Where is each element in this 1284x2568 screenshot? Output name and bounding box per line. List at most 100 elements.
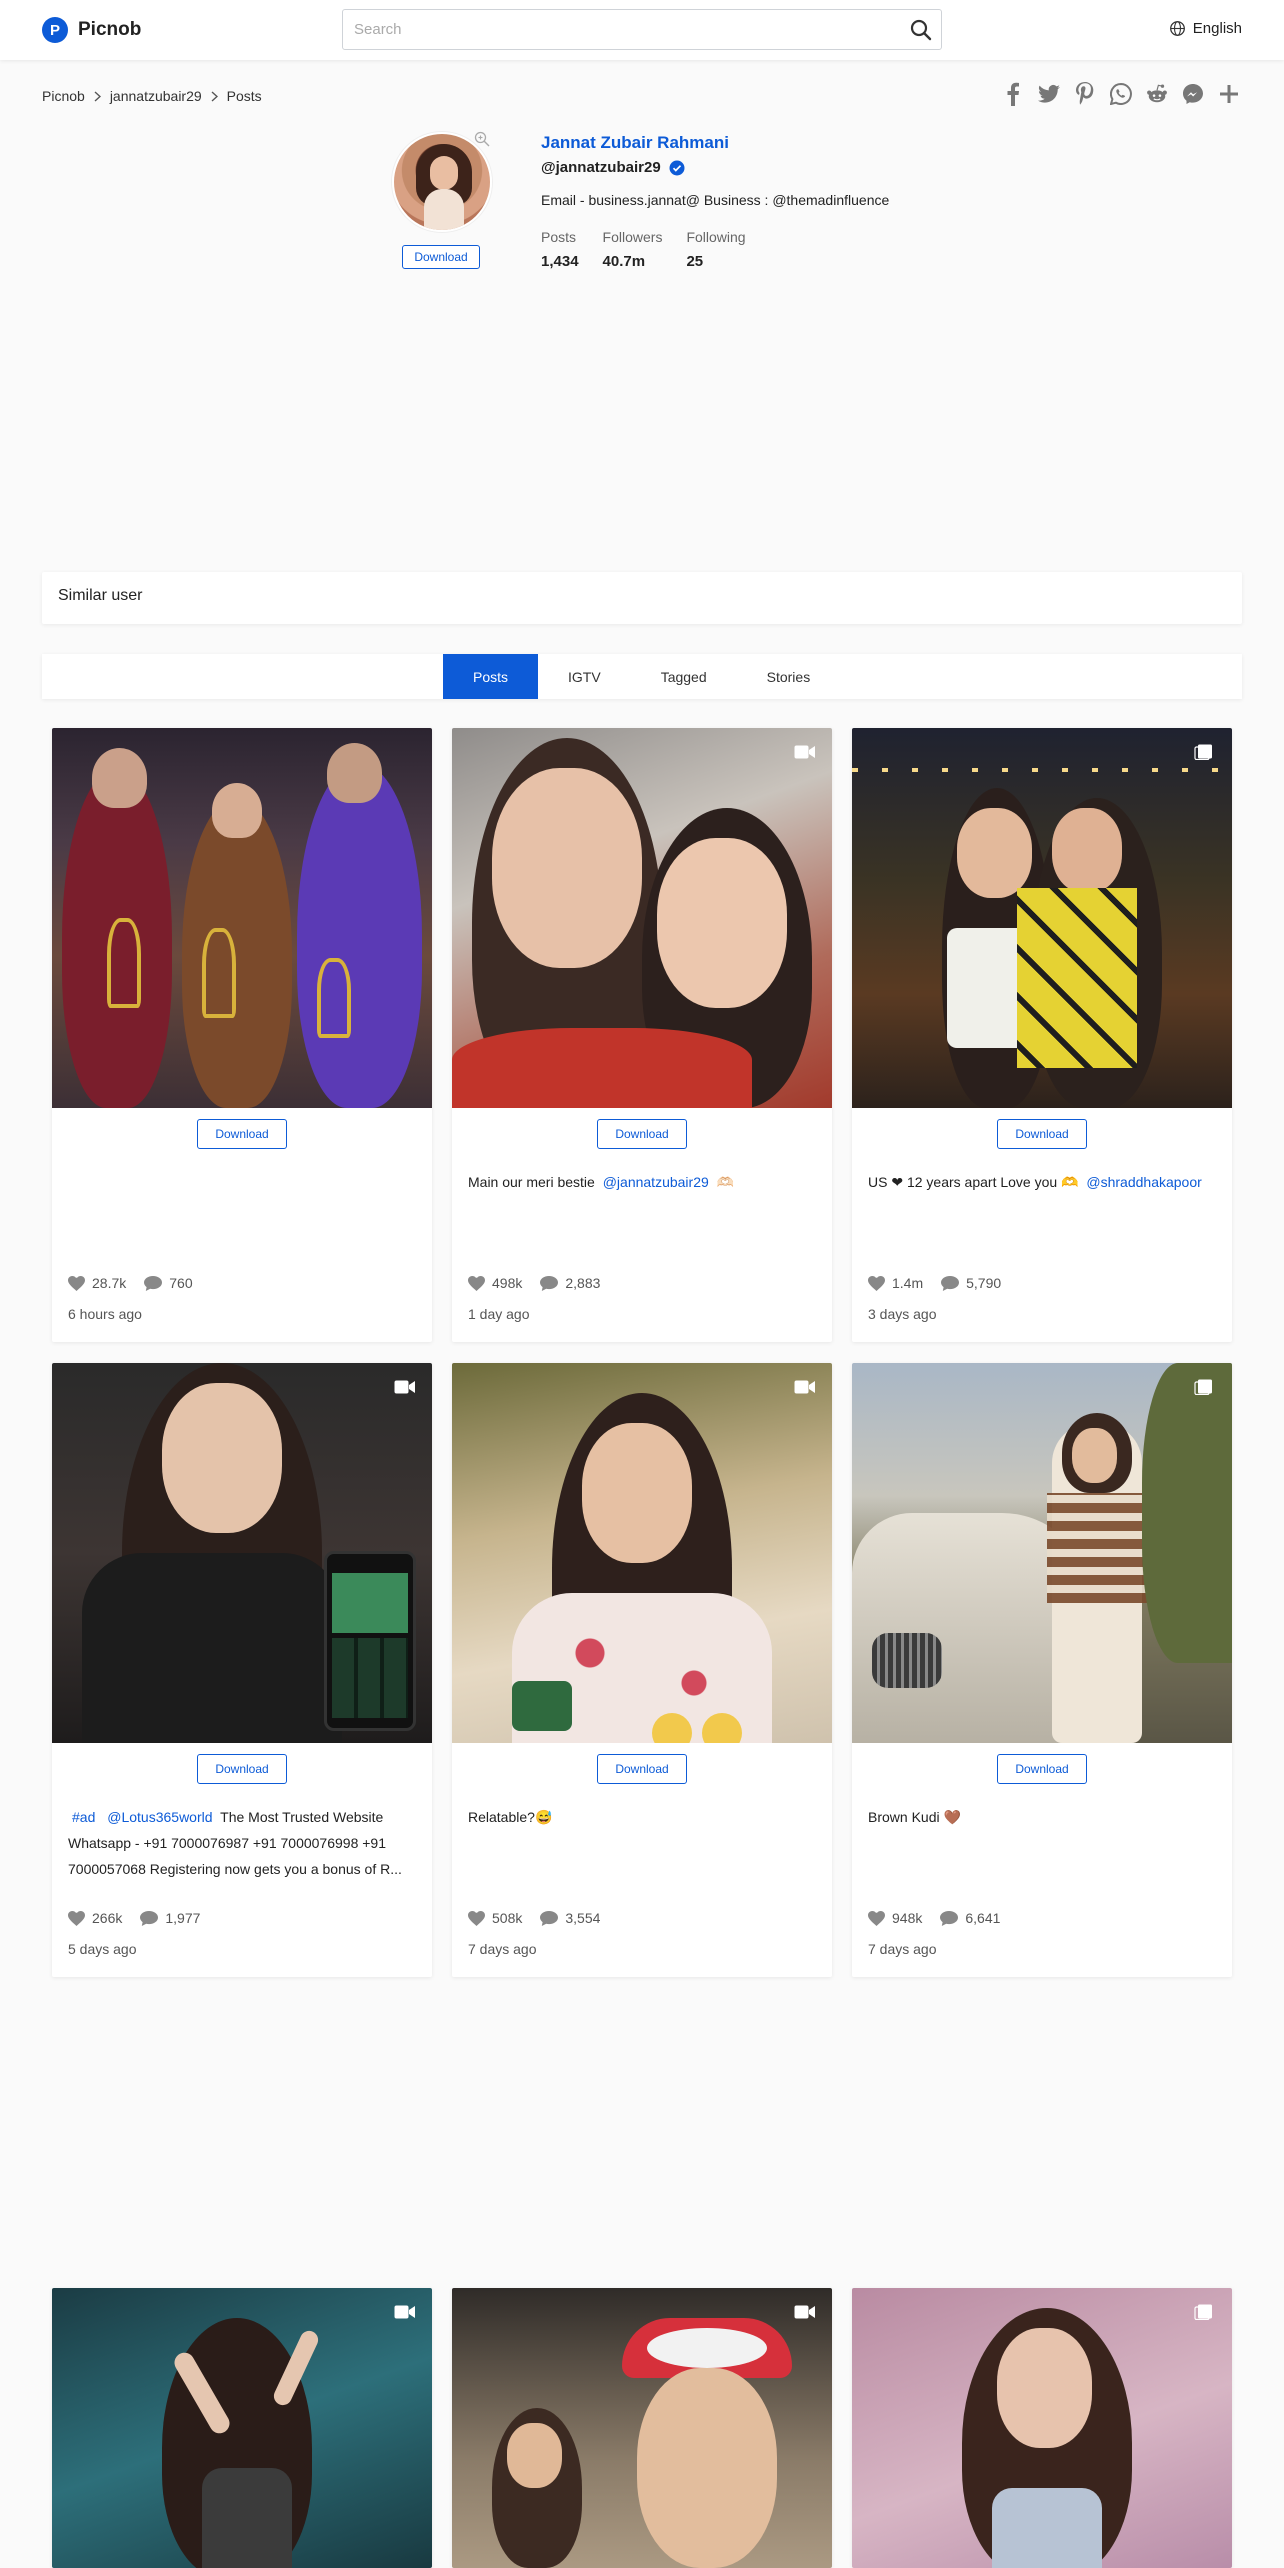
tabs-bar: Posts IGTV Tagged Stories [42,654,1242,699]
stat-value: 25 [686,253,704,270]
comments-count: 5,790 [941,1275,1001,1291]
plus-icon[interactable] [1218,82,1240,106]
search-input[interactable] [343,10,863,49]
search-icon[interactable] [909,18,933,42]
post-card: Download 28.7k 760 6 hours ago [52,728,432,1342]
post-thumbnail[interactable] [52,1363,432,1743]
post-stats: 508k 3,554 [468,1910,600,1926]
post-thumbnail[interactable] [452,1363,832,1743]
comments-count: 2,883 [540,1275,600,1291]
comment-icon [140,1910,159,1926]
post-stats: 498k 2,883 [468,1275,600,1291]
pinterest-icon[interactable] [1074,82,1096,106]
caption-text: Main our meri bestie [468,1174,595,1190]
post-time: 7 days ago [468,1941,537,1957]
post-thumbnail[interactable] [52,2288,432,2568]
stat-value: 40.7m [602,253,646,270]
post-download-button[interactable]: Download [997,1754,1087,1784]
comment-icon [941,1275,960,1291]
caption-text: Relatable?😅 [468,1809,553,1825]
stat-label: Following [686,229,746,245]
gallery-icon [1194,1379,1212,1395]
breadcrumb-user[interactable]: jannatzubair29 [110,88,202,104]
reddit-icon[interactable] [1146,82,1168,106]
comments-count: 760 [144,1275,193,1291]
caption-hashtag[interactable]: #ad [72,1809,95,1825]
zoom-icon[interactable] [474,131,490,147]
likes-count: 28.7k [68,1275,126,1291]
post-download-button[interactable]: Download [597,1119,687,1149]
picnob-logo-icon: P [42,17,68,43]
heart-icon [468,1275,485,1291]
post-thumbnail[interactable] [852,728,1232,1108]
post-stats: 266k 1,977 [68,1910,200,1926]
post-card [52,2288,432,2568]
post-caption: Main our meri bestie @jannatzubair29 🫶🏻 [468,1169,818,1195]
brand-logo[interactable]: P Picnob [42,17,141,43]
post-download-button[interactable]: Download [597,1754,687,1784]
post-card: Download US ❤ 12 years apart Love you 🫶 … [852,728,1232,1342]
heart-icon [468,1910,485,1926]
likes-value: 498k [492,1275,523,1291]
likes-count: 498k [468,1275,522,1291]
post-download-button[interactable]: Download [197,1754,287,1784]
post-download-button[interactable]: Download [197,1119,287,1149]
caption-mention[interactable]: @shraddhakapoor [1086,1174,1201,1190]
search-box [342,9,942,50]
share-bar [1002,82,1240,106]
post-thumbnail[interactable] [452,2288,832,2568]
messenger-icon[interactable] [1182,82,1204,106]
comments-value: 760 [169,1275,193,1291]
tab-posts[interactable]: Posts [443,654,539,699]
stat-following: Following 25 [686,229,745,270]
likes-count: 508k [468,1910,522,1926]
post-time: 1 day ago [468,1306,530,1322]
video-icon [794,2305,815,2319]
comments-count: 3,554 [540,1910,600,1926]
likes-count: 1.4m [868,1275,923,1291]
language-selector[interactable]: English [1169,20,1242,37]
stat-followers: Followers 40.7m [603,229,663,270]
avatar-download-button[interactable]: Download [402,245,480,269]
gallery-icon [1194,2304,1212,2320]
caption-mention[interactable]: @Lotus365world [107,1809,212,1825]
comments-value: 3,554 [565,1910,601,1926]
whatsapp-icon[interactable] [1110,82,1132,106]
content-tabs: Posts IGTV Tagged Stories [443,654,840,699]
profile-username-row: @jannatzubair29 [541,159,685,176]
tab-tagged[interactable]: Tagged [631,654,737,699]
post-thumbnail[interactable] [852,2288,1232,2568]
comment-icon [940,1910,959,1926]
comments-value: 6,641 [965,1910,1001,1926]
post-thumbnail[interactable] [852,1363,1232,1743]
comments-value: 2,883 [565,1275,601,1291]
likes-count: 266k [68,1910,122,1926]
heart-icon [68,1275,85,1291]
likes-value: 508k [492,1910,523,1926]
post-thumbnail[interactable] [52,728,432,1108]
post-time: 3 days ago [868,1306,937,1322]
chevron-right-icon [211,90,218,102]
similar-user-panel[interactable]: Similar user [42,572,1242,624]
profile-name: Jannat Zubair Rahmani [541,133,729,152]
chevron-right-icon [94,90,101,102]
profile-stats: Posts 1,434 Followers 40.7m Following 25 [541,229,746,270]
tab-igtv[interactable]: IGTV [538,654,631,699]
post-thumbnail[interactable] [452,728,832,1108]
gallery-icon [1194,744,1212,760]
tab-stories[interactable]: Stories [737,654,841,699]
breadcrumb-home[interactable]: Picnob [42,88,85,104]
breadcrumb-current: Posts [226,88,262,104]
post-stats: 1.4m 5,790 [868,1275,1001,1291]
caption-text: US ❤ 12 years apart Love you 🫶 [868,1174,1079,1190]
profile-avatar[interactable] [392,132,492,232]
caption-mention[interactable]: @jannatzubair29 [603,1174,709,1190]
facebook-icon[interactable] [1002,82,1024,106]
stat-posts: Posts 1,434 [541,229,579,270]
post-download-button[interactable]: Download [997,1119,1087,1149]
twitter-icon[interactable] [1038,82,1060,106]
verified-badge-icon [669,160,685,175]
video-icon [394,1380,415,1394]
likes-value: 948k [892,1910,923,1926]
breadcrumb: Picnob jannatzubair29 Posts [42,88,262,104]
